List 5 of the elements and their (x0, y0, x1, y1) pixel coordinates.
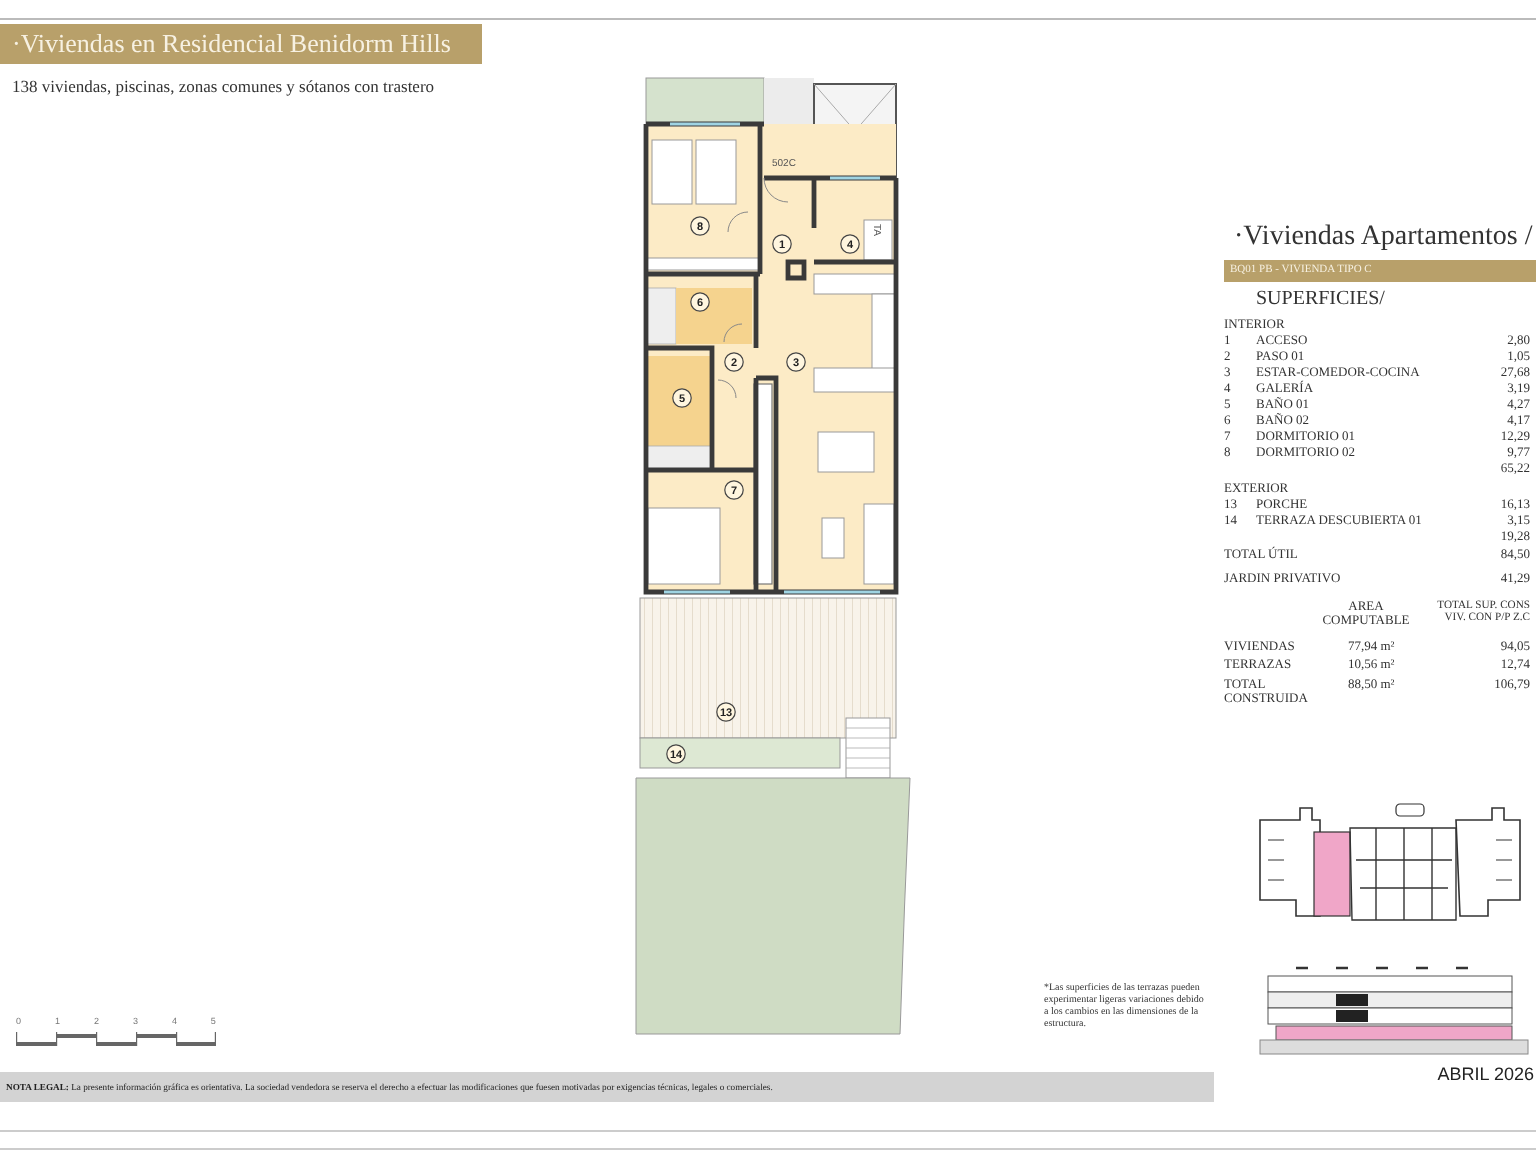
areas-heading: SUPERFICIES/ (1256, 288, 1387, 310)
header-title: ·Viviendas en Residencial Benidorm Hills (0, 24, 483, 64)
header-subtitle: 138 viviendas, piscinas, zonas comunes y sótanos con trastero (12, 76, 437, 98)
section-title: ·Viviendas Apartamentos / (1234, 222, 1535, 254)
date-label: ABRIL 2026 (1435, 1063, 1536, 1084)
